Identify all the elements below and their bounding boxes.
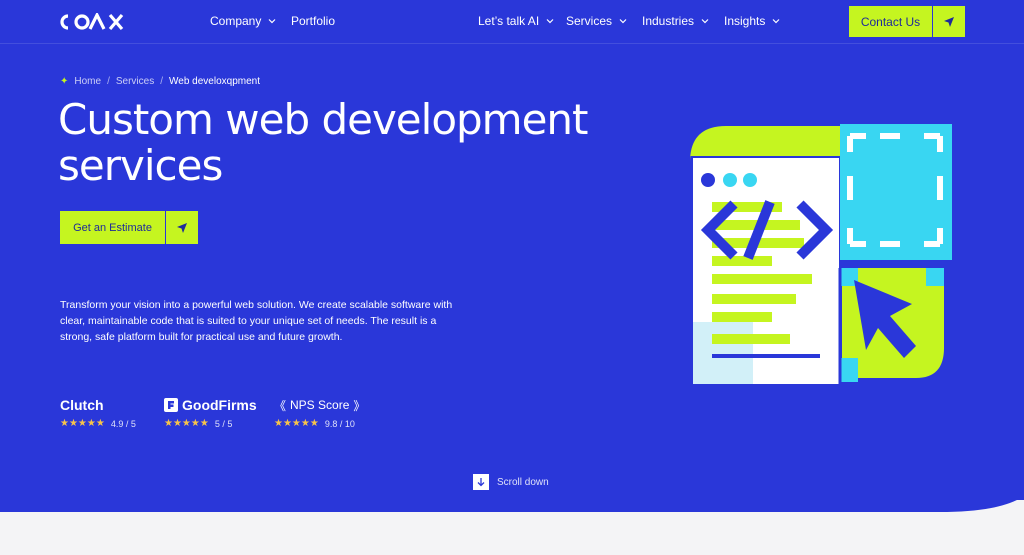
- web-development-illustration: [690, 124, 952, 384]
- nps-logo: 《 NPS Score 》: [274, 396, 365, 414]
- nav-label: Services: [566, 14, 613, 28]
- sparkle-icon: ✦: [60, 76, 69, 87]
- goodfirms-logo: GoodFirms: [164, 396, 257, 414]
- title-line-1: Custom web development: [58, 95, 589, 144]
- clutch-logo: Clutch: [60, 396, 136, 414]
- breadcrumb-home[interactable]: Home: [74, 76, 101, 87]
- send-arrow-icon: [933, 6, 965, 37]
- bracket-right-icon: 》: [353, 398, 366, 413]
- nav-company[interactable]: Company: [210, 14, 277, 28]
- rating-nps[interactable]: 《 NPS Score 》 ★★★★★ 9.8 / 10: [274, 396, 365, 429]
- nav-industries[interactable]: Industries: [642, 14, 710, 28]
- nav-lets-talk-ai[interactable]: Let’s talk AI: [478, 14, 555, 28]
- hero-description: Transform your vision into a powerful we…: [60, 299, 453, 343]
- get-estimate-label: Get an Estimate: [60, 211, 166, 244]
- star-rating-icon: ★★★★★: [60, 418, 105, 429]
- clutch-brand: Clutch: [60, 397, 104, 413]
- title-line-2: services: [58, 141, 223, 190]
- nav-portfolio[interactable]: Portfolio: [291, 14, 335, 28]
- star-rating-icon: ★★★★★: [164, 418, 209, 429]
- nav-insights[interactable]: Insights: [724, 14, 781, 28]
- goodfirms-brand: GoodFirms: [182, 397, 257, 413]
- rating-clutch[interactable]: Clutch ★★★★★ 4.9 / 5: [60, 396, 136, 429]
- star-rating-icon: ★★★★★: [274, 418, 319, 429]
- scroll-down-label: Scroll down: [497, 476, 549, 488]
- breadcrumb-separator: /: [107, 76, 110, 87]
- nav-label: Company: [210, 14, 262, 28]
- breadcrumb-services[interactable]: Services: [116, 76, 154, 87]
- rating-score: 9.8 / 10: [324, 418, 355, 429]
- hero-section: Company Portfolio Let’s talk AI Services…: [0, 0, 1024, 512]
- nav-services[interactable]: Services: [566, 14, 628, 28]
- chevron-down-icon: [772, 19, 780, 24]
- logo-mark-icon: [60, 13, 124, 31]
- breadcrumb: ✦ Home / Services / Web develoxqpment: [60, 76, 260, 87]
- scroll-down-button[interactable]: Scroll down: [473, 474, 549, 490]
- send-arrow-icon: [166, 211, 198, 244]
- nps-brand: NPS Score: [290, 398, 350, 412]
- breadcrumb-current: Web develoxqpment: [169, 76, 260, 87]
- chevron-down-icon: [268, 19, 276, 24]
- contact-us-button[interactable]: Contact Us: [848, 5, 966, 38]
- site-header: Company Portfolio Let’s talk AI Services…: [0, 0, 1024, 44]
- nav-label: Industries: [642, 14, 695, 28]
- chevron-down-icon: [701, 19, 709, 24]
- arrow-down-icon: [473, 474, 489, 490]
- chevron-down-icon: [619, 19, 627, 24]
- coax-logo[interactable]: [60, 12, 132, 32]
- nav-label: Insights: [724, 14, 766, 28]
- nav-label: Let’s talk AI: [478, 14, 540, 28]
- rating-score: 5 / 5: [214, 418, 233, 429]
- rating-goodfirms[interactable]: GoodFirms ★★★★★ 5 / 5: [164, 396, 257, 429]
- rating-score: 4.9 / 5: [110, 418, 136, 429]
- chevron-down-icon: [546, 19, 554, 24]
- bottom-section-edge: [0, 500, 1024, 555]
- bracket-left-icon: 《: [274, 398, 287, 413]
- breadcrumb-separator: /: [160, 76, 163, 87]
- nav-label: Portfolio: [291, 14, 336, 28]
- get-estimate-button[interactable]: Get an Estimate: [60, 211, 198, 244]
- contact-us-label: Contact Us: [849, 6, 933, 37]
- goodfirms-icon: [164, 398, 178, 412]
- page-title: Custom web development services: [58, 97, 678, 189]
